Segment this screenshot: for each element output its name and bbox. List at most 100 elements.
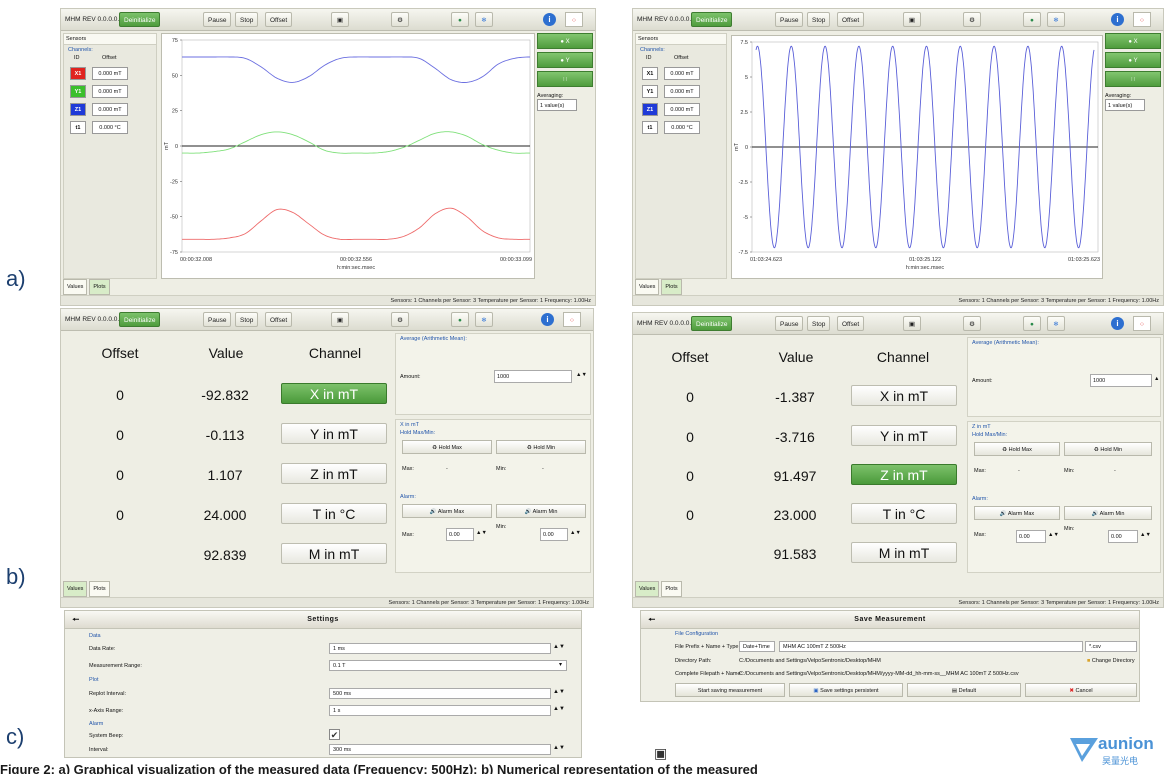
info-icon[interactable]: i [541,313,554,326]
offset-button[interactable]: Offset [265,12,293,27]
power-icon[interactable]: ○ [565,12,583,27]
snowflake-icon[interactable]: ❄ [475,312,493,327]
hold-min-button[interactable]: ♻ Hold Min [1064,442,1152,456]
save-icon[interactable]: ▣ [903,316,921,331]
stop-button[interactable]: Stop [235,312,259,327]
stop-button[interactable]: Stop [807,12,831,27]
chevron-down-icon[interactable]: ▾ [559,661,562,668]
fit-button[interactable]: ∷ [1105,71,1161,87]
channel-button-y[interactable]: Y in mT [281,423,387,444]
data-rate-input[interactable]: 1 ms [329,643,551,654]
info-icon[interactable]: i [543,13,556,26]
replot-interval-input[interactable]: 500 ms [329,688,551,699]
deinitialize-button[interactable]: Deinitialize [691,316,733,331]
globe-icon[interactable]: ● [451,312,469,327]
replot-interval-spinner[interactable]: ▲▼ [553,689,565,695]
sensor-row[interactable]: Y1 0.000 mT [640,83,722,100]
change-directory-button[interactable]: ■ Change Directory [1087,658,1135,664]
tab-plots[interactable]: Plots [661,581,682,597]
channel-button-x[interactable]: X in mT [281,383,387,404]
sensor-row[interactable]: t1 0.000 °C [640,119,722,136]
settings-gear-icon[interactable]: ⚙ [391,312,409,327]
averaging-select[interactable]: 1 value(s) [1105,99,1145,111]
data-rate-spinner[interactable]: ▲▼ [553,644,565,650]
hold-max-button[interactable]: ♻ Hold Max [402,440,492,454]
tab-values[interactable]: Values [63,279,88,295]
alarm-max-input[interactable]: 0.00 [1016,530,1046,543]
save-icon[interactable]: ▣ [903,12,921,27]
globe-icon[interactable]: ● [451,12,469,27]
sensor-row[interactable]: X1 0.000 mT [640,65,722,82]
amount-spinner[interactable]: ▲▼ [576,372,587,378]
hold-max-button[interactable]: ♻ Hold Max [974,442,1060,456]
xaxis-range-spinner[interactable]: ▲▼ [553,706,565,712]
tab-plots[interactable]: Plots [661,279,682,295]
alarm-max-button[interactable]: 🔊 Alarm Max [974,506,1060,520]
hold-min-button[interactable]: ♻ Hold Min [496,440,586,454]
settings-gear-icon[interactable]: ⚙ [963,316,981,331]
cancel-button[interactable]: ✖ Cancel [1025,683,1137,697]
sensor-row[interactable]: X1 0.000 mT [68,65,152,82]
sensor-row[interactable]: Y1 0.000 mT [68,83,152,100]
interval-spinner[interactable]: ▲▼ [553,745,565,751]
offset-button[interactable]: Offset [837,316,865,331]
channel-button-m[interactable]: M in mT [281,543,387,564]
pause-button[interactable]: Pause [775,316,804,331]
tab-plots[interactable]: Plots [89,279,110,295]
power-icon[interactable]: ○ [1133,12,1151,27]
interval-input[interactable]: 300 ms [329,744,551,755]
channel-button-z[interactable]: Z in mT [281,463,387,484]
pause-button[interactable]: Pause [203,12,232,27]
save-icon[interactable]: ▣ [331,312,349,327]
info-icon[interactable]: i [1111,13,1124,26]
channel-button-m[interactable]: M in mT [851,542,957,563]
y-toggle-button[interactable]: ● Y [537,52,593,68]
measurement-range-select[interactable]: 0.1 T [329,660,567,671]
deinitialize-button[interactable]: Deinitialize [119,12,161,27]
back-arrow-icon[interactable]: 🠔 [645,614,659,626]
alarm-min-button[interactable]: 🔊 Alarm Min [496,504,586,518]
save-icon[interactable]: ▣ [331,12,349,27]
prefix-select[interactable]: Date+Time [739,641,775,652]
persist-settings-button[interactable]: ▣ Save settings persistent [789,683,903,697]
stop-button[interactable]: Stop [807,316,831,331]
globe-icon[interactable]: ● [1023,316,1041,331]
channel-button-t[interactable]: T in °C [281,503,387,524]
file-name-input[interactable]: MHM AC 100mT Z 500Hz [779,641,1083,652]
xaxis-range-input[interactable]: 1 s [329,705,551,716]
snowflake-icon[interactable]: ❄ [1047,12,1065,27]
offset-button[interactable]: Offset [837,12,865,27]
amount-input[interactable]: 1000 [1090,374,1152,387]
deinitialize-button[interactable]: Deinitialize [691,12,733,27]
sensor-row[interactable]: t1 0.000 °C [68,119,152,136]
globe-icon[interactable]: ● [1023,12,1041,27]
offset-button[interactable]: Offset [265,312,293,327]
snowflake-icon[interactable]: ❄ [475,12,493,27]
alarm-min-button[interactable]: 🔊 Alarm Min [1064,506,1152,520]
settings-gear-icon[interactable]: ⚙ [391,12,409,27]
start-saving-button[interactable]: Start saving measurement [675,683,785,697]
deinitialize-button[interactable]: Deinitialize [119,312,161,327]
power-icon[interactable]: ○ [563,312,581,327]
back-arrow-icon[interactable]: 🠔 [69,614,83,626]
tab-values[interactable]: Values [63,581,88,597]
alarm-min-spinner[interactable]: ▲▼ [1140,532,1151,538]
sensor-row[interactable]: Z1 0.000 mT [640,101,722,118]
settings-gear-icon[interactable]: ⚙ [963,12,981,27]
tab-plots[interactable]: Plots [89,581,110,597]
floppy-save-icon[interactable]: ▣ [654,746,670,760]
pause-button[interactable]: Pause [775,12,804,27]
channel-button-y[interactable]: Y in mT [851,425,957,446]
x-toggle-button[interactable]: ● X [537,33,593,49]
tab-values[interactable]: Values [635,279,660,295]
power-icon[interactable]: ○ [1133,316,1151,331]
alarm-min-input[interactable]: 0.00 [1108,530,1138,543]
pause-button[interactable]: Pause [203,312,232,327]
tab-values[interactable]: Values [635,581,660,597]
amount-input[interactable]: 1000 [494,370,572,383]
alarm-max-input[interactable]: 0.00 [446,528,474,541]
alarm-max-spinner[interactable]: ▲▼ [476,530,487,536]
file-type-select[interactable]: *.csv [1085,641,1137,652]
alarm-max-button[interactable]: 🔊 Alarm Max [402,504,492,518]
fit-button[interactable]: ∷ [537,71,593,87]
